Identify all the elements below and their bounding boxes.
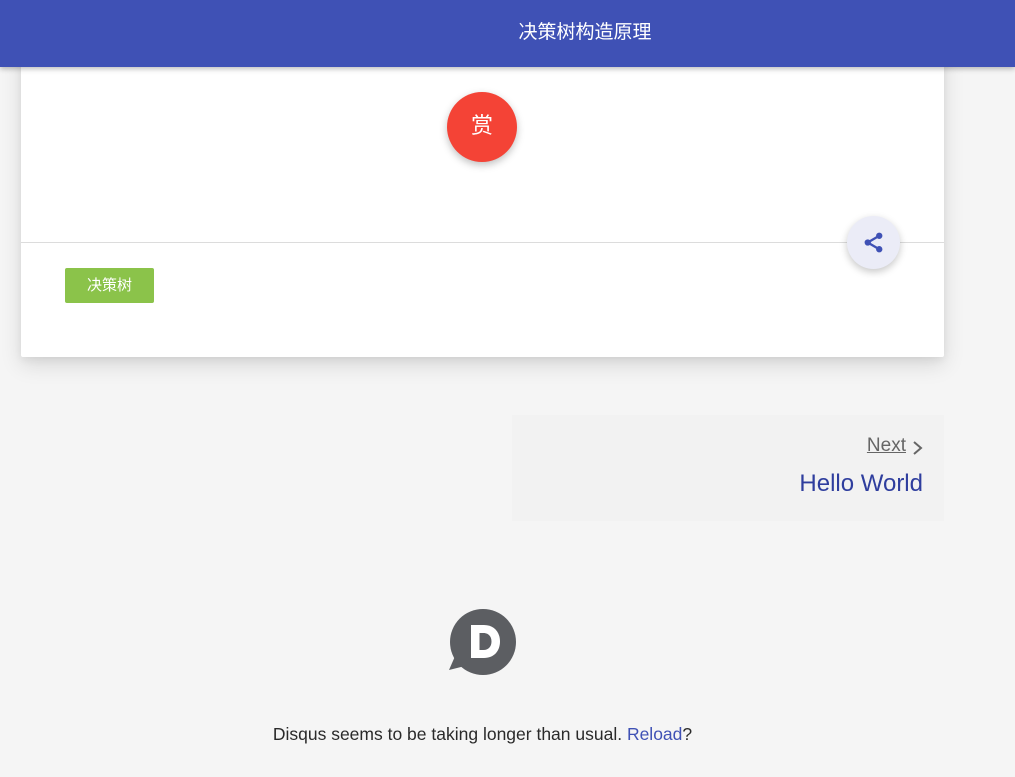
tag-chip[interactable]: 决策树	[65, 268, 154, 303]
next-post-link[interactable]: Next	[867, 435, 906, 457]
disqus-loading-message: Disqus seems to be taking longer than us…	[0, 724, 965, 745]
share-button[interactable]	[847, 216, 900, 269]
card-divider	[21, 242, 944, 243]
reward-button[interactable]: 赏	[447, 92, 517, 162]
reload-link[interactable]: Reload	[627, 724, 682, 744]
share-icon	[864, 232, 883, 253]
post-card: 赏 决策树	[21, 40, 944, 357]
page-title: 决策树构造原理	[518, 21, 652, 43]
disqus-message-suffix: ?	[682, 723, 693, 744]
disqus-logo-icon	[447, 608, 517, 678]
disqus-message-text: Disqus seems to be taking longer than us…	[272, 723, 627, 744]
chevron-right-icon	[913, 441, 923, 455]
top-app-bar: 决策树构造原理	[0, 0, 1015, 67]
next-post-nav: Next Hello World	[512, 415, 944, 521]
next-post-title[interactable]: Hello World	[799, 470, 923, 498]
